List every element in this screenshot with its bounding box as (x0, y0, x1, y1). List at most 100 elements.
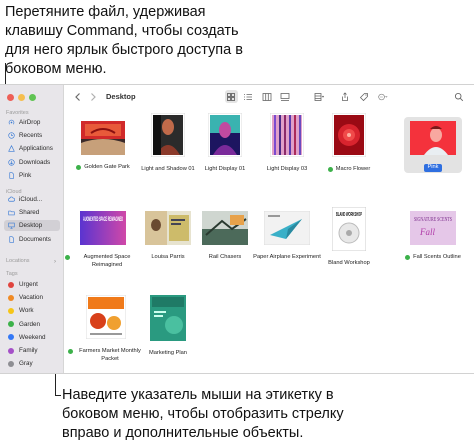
sidebar-item-label: Family (19, 347, 38, 354)
ellipsis-circle-icon (378, 93, 388, 101)
tag-button[interactable] (359, 91, 369, 103)
group-icon (314, 93, 324, 101)
document-thumbnail: SIGNATURE SCENTS Fall (410, 211, 456, 250)
file-item[interactable]: Macro Flower (311, 112, 387, 174)
image-thumbnail (331, 112, 367, 162)
file-name: Rail Chasers (208, 254, 242, 260)
back-button[interactable] (73, 91, 83, 103)
share-icon (342, 92, 348, 101)
shared-folder-icon (7, 209, 15, 216)
sidebar-item-airdrop[interactable]: AirDrop (4, 117, 60, 128)
search-button[interactable] (454, 91, 464, 103)
tag-color-dot (8, 294, 14, 301)
image-thumbnail (410, 121, 456, 160)
sidebar-tag-family[interactable]: Family (4, 345, 60, 356)
sidebar-section-locations: Locations (6, 258, 30, 264)
tag-color-dot (8, 334, 14, 341)
sidebar-item-label: Pink (19, 171, 32, 179)
tag-dot (68, 349, 73, 354)
file-name: Macro Flower (327, 166, 370, 174)
sidebar-item-shared[interactable]: Shared (4, 207, 60, 218)
sidebar-tag-garden[interactable]: Garden (4, 319, 60, 330)
clock-icon (7, 132, 15, 139)
sidebar-tag-vacation[interactable]: Vacation (4, 292, 60, 303)
sidebar-tag-weekend[interactable]: Weekend (4, 332, 60, 343)
callout-top-text: Перетяните файл, удерживая клавишу Comma… (5, 4, 243, 77)
icon-view-button[interactable] (226, 91, 236, 103)
sidebar-tag-work[interactable]: Work (4, 305, 60, 316)
group-button[interactable] (314, 91, 324, 103)
column-view-button[interactable] (262, 91, 272, 103)
sidebar-item-applications[interactable]: Applications (4, 143, 60, 154)
more-actions-button[interactable] (378, 91, 388, 103)
document-thumbnail: BLAND WORKSHOP (331, 206, 367, 256)
sidebar-tag-gray[interactable]: Gray (4, 358, 60, 369)
sidebar-item-desktop[interactable]: Desktop (4, 220, 60, 232)
sidebar-item-label: Applications (19, 145, 53, 153)
sidebar-item-label: Vacation (19, 294, 44, 302)
columns-icon (262, 93, 272, 101)
sidebar-item-label: Recents (19, 132, 43, 140)
file-name: Pink (424, 164, 442, 172)
file-item[interactable]: SIGNATURE SCENTS Fall Fall Scents Outline (395, 211, 471, 262)
image-thumbnail (207, 112, 243, 162)
svg-text:BLAND WORKSHOP: BLAND WORKSHOP (336, 212, 362, 218)
tag-dot (76, 165, 82, 170)
window-controls (7, 94, 36, 101)
tag-dot (65, 255, 70, 260)
airdrop-icon (7, 119, 15, 126)
sidebar-item-documents[interactable]: Documents (4, 234, 60, 245)
document-thumbnail (145, 211, 191, 250)
file-item[interactable]: Marketing Plan (130, 295, 206, 358)
document-icon (7, 172, 15, 179)
forward-button[interactable] (88, 91, 98, 103)
tag-color-dot (8, 360, 14, 367)
file-name: Fall Scents Outline (405, 254, 461, 262)
minimize-button[interactable] (18, 94, 25, 101)
sidebar-tag-urgent[interactable]: Urgent (4, 279, 60, 290)
file-name: Light Display 03 (266, 166, 308, 172)
file-name: Bland Workshop (328, 260, 370, 266)
applications-icon (7, 145, 15, 153)
file-item[interactable]: BLAND WORKSHOP Bland Workshop (311, 206, 387, 268)
sidebar-item-label: Shared (19, 209, 40, 217)
svg-text:SIGNATURE SCENTS: SIGNATURE SCENTS (414, 217, 452, 223)
zoom-button[interactable] (29, 94, 36, 101)
document-icon (7, 235, 15, 243)
sidebar-item-downloads[interactable]: Downloads (4, 157, 60, 168)
desktop-icon (7, 222, 15, 230)
callout-bottom-leader-tick (55, 395, 61, 396)
close-button[interactable] (7, 94, 14, 101)
gallery-view-button[interactable] (280, 91, 290, 103)
share-button[interactable] (340, 91, 350, 103)
cloud-icon (7, 196, 15, 203)
tag-dot (405, 255, 411, 260)
toolbar: Desktop (65, 85, 474, 109)
document-thumbnail: AUGMENTED SPACE REIMAGINED (80, 211, 126, 250)
grid-icon (227, 93, 235, 101)
sidebar-item-label: AirDrop (19, 119, 41, 126)
sidebar-item-label: Urgent (19, 281, 38, 288)
tag-icon (359, 93, 368, 102)
sidebar-item-recents[interactable]: Recents (4, 130, 60, 141)
sidebar-item-label: Garden (19, 320, 41, 328)
list-icon (244, 94, 252, 100)
sidebar-item-label: Work (19, 307, 34, 315)
sidebar-item-icloud[interactable]: iCloud... (4, 194, 60, 205)
document-thumbnail (85, 294, 127, 344)
sidebar-item-label: Weekend (19, 333, 46, 341)
document-thumbnail (202, 211, 248, 250)
document-thumbnail (263, 210, 311, 250)
sidebar-item-pink[interactable]: Pink (4, 170, 60, 181)
chevron-right-icon[interactable]: › (54, 259, 56, 265)
tag-color-dot (8, 347, 14, 354)
file-name: Light Display 01 (204, 166, 246, 172)
file-item-selected[interactable]: Pink (395, 121, 471, 172)
sidebar-item-label: Gray (19, 360, 33, 368)
sidebar-item-label: iCloud... (19, 196, 43, 203)
sidebar-section-favorites: Favorites (6, 110, 29, 116)
tag-color-dot (8, 281, 14, 288)
file-name: Golden Gate Park (76, 164, 130, 172)
list-view-button[interactable] (243, 91, 253, 103)
sidebar-section-tags: Tags (6, 271, 18, 277)
